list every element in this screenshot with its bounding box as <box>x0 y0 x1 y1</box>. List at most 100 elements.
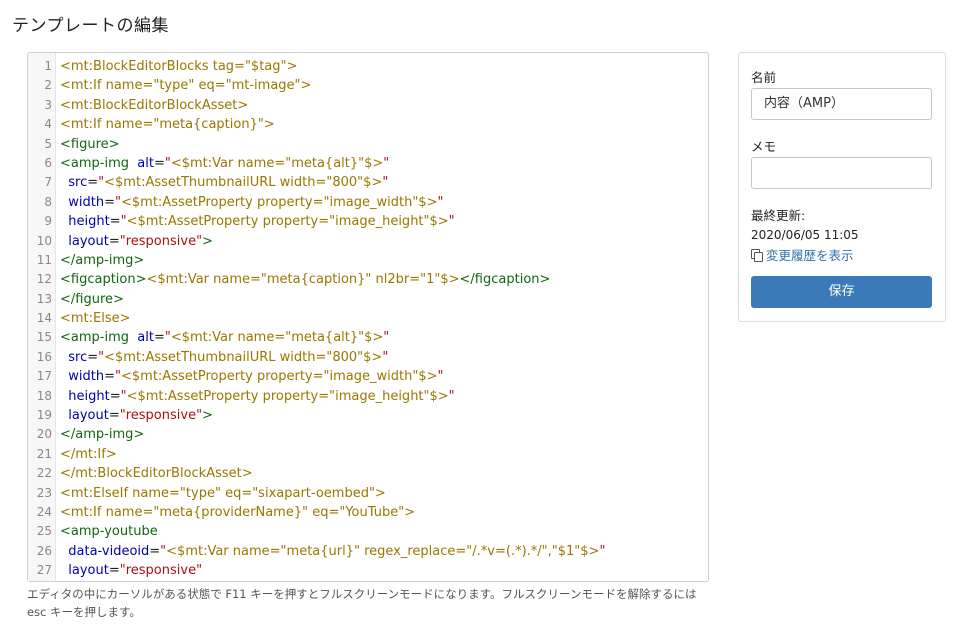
code-line[interactable]: 13 </figure> <box>28 290 708 309</box>
line-number: 7 <box>44 175 52 190</box>
line-number: 12 <box>36 272 52 287</box>
name-label: 名前 <box>751 70 777 85</box>
code-line[interactable]: 4 <mt:If name="meta{caption}"> <box>28 115 708 134</box>
code-line[interactable]: 2 <mt:If name="type" eq="mt-image"> <box>28 76 708 95</box>
code-text[interactable]: <figure> <box>60 135 120 154</box>
code-line[interactable]: 9 height= "<$mt:AssetProperty property="i… <box>28 212 708 231</box>
view-history-link[interactable]: 変更履歴を表示 <box>751 245 854 264</box>
code-line[interactable]: 15 <amp-img alt= "<$mt:Var name="meta{alt}… <box>28 328 708 347</box>
code-line[interactable]: 23 <mt:ElseIf name="type" eq="sixapart-oe… <box>28 484 708 503</box>
code-token: <figcaption> <box>60 272 147 288</box>
code-text[interactable]: </amp-img> <box>60 251 144 270</box>
code-line[interactable]: 27 layout="responsive" <box>28 561 708 580</box>
code-line[interactable]: 21 </mt:If> <box>28 445 708 464</box>
line-number: 16 <box>36 349 52 364</box>
code-editor[interactable]: 1 <mt:BlockEditorBlocks tag="$tag"> 2 <mt:I… <box>27 52 709 582</box>
code-text[interactable]: width= "<$mt:AssetProperty property="imag… <box>60 367 443 386</box>
code-line[interactable]: 1 <mt:BlockEditorBlocks tag="$tag"> <box>28 57 708 76</box>
code-text[interactable]: width= "<$mt:AssetProperty property="imag… <box>60 193 443 212</box>
name-input[interactable]: 内容（AMP） <box>751 88 932 120</box>
code-text[interactable]: <mt:Else> <box>60 309 131 328</box>
code-line[interactable]: 25 <amp-youtube <box>28 522 708 541</box>
code-token: "responsive" <box>119 233 203 249</box>
line-number: 25 <box>36 524 52 539</box>
last-updated-label: 最終更新: <box>751 208 806 223</box>
code-line[interactable]: 18 height= "<$mt:AssetProperty property="… <box>28 387 708 406</box>
code-line[interactable]: 12 <figcaption><$mt:Var name="meta{captio… <box>28 270 708 289</box>
code-token: <$mt:AssetProperty property="image_heigh… <box>126 214 449 230</box>
code-lines[interactable]: 1 <mt:BlockEditorBlocks tag="$tag"> 2 <mt:I… <box>28 57 708 581</box>
code-text[interactable]: height= "<$mt:AssetProperty property="ima… <box>60 212 454 231</box>
line-number: 5 <box>44 136 52 151</box>
line-number: 13 <box>36 291 52 306</box>
code-token: height <box>60 388 110 404</box>
code-token: = <box>149 543 161 559</box>
code-token: data-videoid <box>60 543 150 559</box>
code-token: " <box>599 543 606 559</box>
code-token: <mt:BlockEditorBlockAsset> <box>60 97 249 113</box>
code-text[interactable]: </mt:BlockEditorBlockAsset> <box>60 464 253 483</box>
code-token: </figure> <box>60 291 124 307</box>
code-line[interactable]: 16 src= "<$mt:AssetThumbnailURL width="80… <box>28 348 708 367</box>
code-token: " <box>437 194 444 210</box>
code-text[interactable]: height= "<$mt:AssetProperty property="ima… <box>60 387 455 406</box>
code-line[interactable]: 19 layout="responsive"> <box>28 406 708 425</box>
last-updated-value: 2020/06/05 11:05 <box>751 228 859 242</box>
code-line[interactable]: 5 <figure> <box>28 135 708 154</box>
code-text[interactable]: </figure> <box>60 290 124 309</box>
line-number: 19 <box>36 408 52 423</box>
save-button[interactable]: 保存 <box>751 276 932 308</box>
code-line[interactable]: 10 layout="responsive"> <box>28 232 708 251</box>
code-text[interactable]: <mt:BlockEditorBlockAsset> <box>60 96 248 115</box>
code-text[interactable]: <mt:If name="meta{providerName}" eq="You… <box>60 503 415 522</box>
code-line[interactable]: 8 width= "<$mt:AssetProperty property="im… <box>28 193 708 212</box>
code-token: <amp-img <box>60 330 134 346</box>
code-token: <$mt:Var name="meta{url}" regex_replace=… <box>166 543 600 559</box>
code-text[interactable]: src= "<$mt:AssetThumbnailURL width="800"$… <box>60 173 388 192</box>
line-number: 26 <box>36 543 52 558</box>
code-token: <mt:If name="type" eq="mt-image"> <box>60 78 312 94</box>
code-text[interactable]: layout="responsive" <box>60 561 202 580</box>
code-line[interactable]: 7 src= "<$mt:AssetThumbnailURL width="800… <box>28 173 708 192</box>
line-number: 22 <box>36 466 52 481</box>
code-line[interactable]: 20 </amp-img> <box>28 425 708 444</box>
code-token: = <box>109 388 121 404</box>
code-token: layout <box>60 408 109 424</box>
code-text[interactable]: <figcaption><$mt:Var name="meta{caption}… <box>60 270 550 289</box>
code-text[interactable]: layout="responsive"> <box>60 406 213 425</box>
code-text[interactable]: src= "<$mt:AssetThumbnailURL width="800"$… <box>60 348 388 367</box>
code-text[interactable]: <mt:BlockEditorBlocks tag="$tag"> <box>60 57 297 76</box>
line-number: 8 <box>44 194 52 209</box>
code-line[interactable]: 24 <mt:If name="meta{providerName}" eq="Y… <box>28 503 708 522</box>
line-number: 14 <box>36 311 52 326</box>
code-line[interactable]: 14 <mt:Else> <box>28 309 708 328</box>
code-token: height <box>60 214 110 230</box>
code-text[interactable]: <amp-youtube <box>60 522 158 541</box>
line-number: 9 <box>44 214 52 229</box>
view-history-link-text[interactable]: 変更履歴を表示 <box>766 245 854 264</box>
code-text[interactable]: <amp-img alt= "<$mt:Var name="meta{alt}"$… <box>60 154 389 173</box>
code-line[interactable]: 17 width= "<$mt:AssetProperty property="i… <box>28 367 708 386</box>
line-number: 27 <box>36 563 52 578</box>
line-number: 11 <box>36 252 52 267</box>
code-text[interactable]: <amp-img alt= "<$mt:Var name="meta{alt}"$… <box>60 328 389 347</box>
code-text[interactable]: <mt:If name="meta{caption}"> <box>60 115 275 134</box>
code-line[interactable]: 22 </mt:BlockEditorBlockAsset> <box>28 464 708 483</box>
code-token: <$mt:AssetThumbnailURL width="800"$> <box>104 175 383 191</box>
code-line[interactable]: 6 <amp-img alt= "<$mt:Var name="meta{alt}"… <box>28 154 708 173</box>
code-text[interactable]: <mt:If name="type" eq="mt-image"> <box>60 76 311 95</box>
code-token: " <box>448 388 455 404</box>
memo-input[interactable] <box>751 157 932 189</box>
code-line[interactable]: 11 </amp-img> <box>28 251 708 270</box>
line-number: 20 <box>36 427 52 442</box>
code-text[interactable]: data-videoid= "<$mt:Var name="meta{url}" … <box>60 542 605 561</box>
code-text[interactable]: layout="responsive"> <box>60 232 213 251</box>
line-number: 3 <box>44 97 52 112</box>
code-line[interactable]: 26 data-videoid= "<$mt:Var name="meta{url… <box>28 542 708 561</box>
code-line[interactable]: 3 <mt:BlockEditorBlockAsset> <box>28 96 708 115</box>
code-text[interactable]: <mt:ElseIf name="type" eq="sixapart-oemb… <box>60 484 386 503</box>
code-text[interactable]: </mt:If> <box>60 445 117 464</box>
code-token: > <box>202 408 213 424</box>
code-text[interactable]: </amp-img> <box>60 425 144 444</box>
memo-label: メモ <box>751 139 777 154</box>
